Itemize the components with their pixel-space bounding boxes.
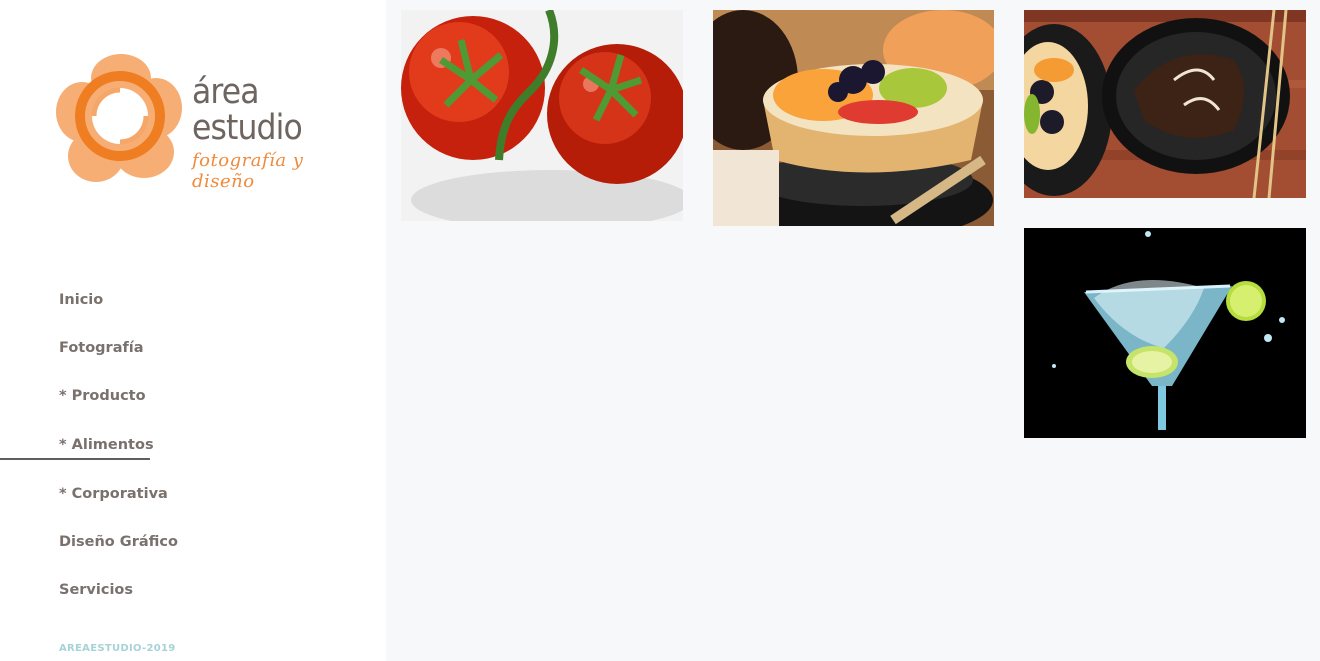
brand-tagline: fotografía y diseño [192,150,304,192]
flower-logo-icon [56,54,182,182]
footer-copyright: AREAESTUDIO-2019 [59,643,176,654]
nav-item-corporativa[interactable]: * Corporativa [0,470,386,518]
photo-tomatoes[interactable] [401,10,683,221]
nav-label: Inicio [59,292,104,308]
sidebar: área estudio fotografía y diseño Inicio … [0,0,386,661]
nav-label: * Alimentos [59,437,154,453]
chocolate-dessert-image [1024,10,1306,198]
cocktail-image [1024,228,1306,438]
photo-cocktail[interactable] [1024,228,1306,438]
brand-logo[interactable]: área estudio fotografía y diseño [56,52,356,192]
nav-label: Fotografía [59,340,144,356]
nav-label: Servicios [59,582,134,598]
brand-name-line2: estudio [192,108,303,148]
photo-fruit-tart[interactable] [713,10,994,226]
nav-item-fotografia[interactable]: Fotografía [0,324,386,372]
nav-item-alimentos[interactable]: * Alimentos [0,420,386,470]
main-nav: Inicio Fotografía * Producto * Alimentos… [0,276,386,614]
nav-label: Diseño Gráfico [59,534,178,550]
active-underline [0,458,150,460]
nav-item-inicio[interactable]: Inicio [0,276,386,324]
nav-label: * Corporativa [59,486,168,502]
fruit-tart-image [713,10,994,226]
nav-item-diseno-grafico[interactable]: Diseño Gráfico [0,518,386,566]
brand-name-line1: área [192,72,260,112]
nav-label: * Producto [59,388,146,404]
brand-wordmark: área estudio fotografía y diseño [192,74,356,192]
nav-item-servicios[interactable]: Servicios [0,566,386,614]
photo-chocolate-dessert[interactable] [1024,10,1306,198]
tomatoes-image [401,10,683,221]
nav-item-producto[interactable]: * Producto [0,372,386,420]
